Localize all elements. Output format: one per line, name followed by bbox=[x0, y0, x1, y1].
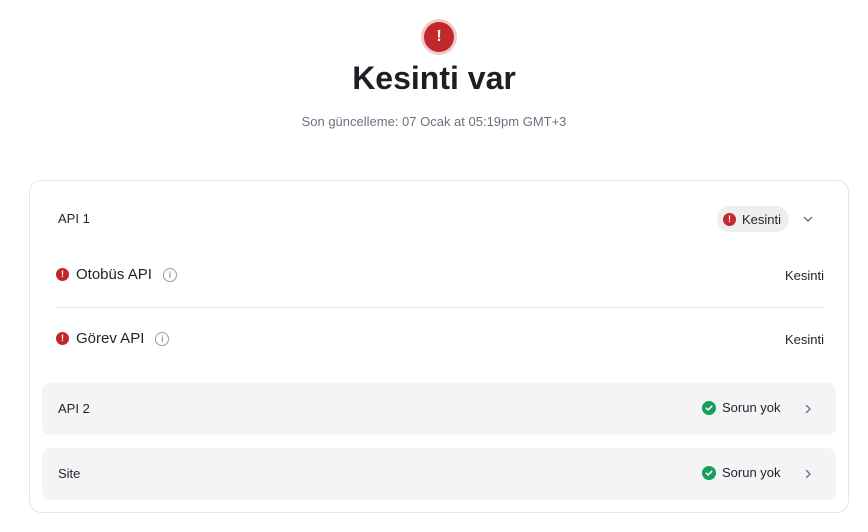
group-name: API 1 bbox=[58, 211, 90, 226]
component-name: Görev API bbox=[76, 330, 145, 347]
status-card: API 1 ! Kesinti ! Otobüs API i Kesinti !… bbox=[29, 180, 849, 513]
component-row-otobus-api: ! Otobüs API i Kesinti bbox=[56, 256, 824, 296]
group-header-api-1[interactable]: API 1 ! Kesinti bbox=[30, 181, 848, 257]
alert-icon: ! bbox=[56, 268, 69, 281]
group-header-api-2[interactable]: API 2 Sorun yok bbox=[42, 383, 836, 435]
chevron-down-icon[interactable] bbox=[800, 211, 816, 227]
group-name: Site bbox=[58, 466, 81, 481]
status-label: Kesinti bbox=[742, 211, 782, 227]
last-updated-text: Son güncelleme: 07 Ocak at 05:19pm GMT+3 bbox=[301, 114, 567, 129]
component-name: Otobüs API bbox=[76, 266, 152, 283]
info-icon[interactable]: i bbox=[162, 267, 177, 282]
component-status: Kesinti bbox=[784, 268, 824, 283]
status-indicator: Sorun yok bbox=[702, 465, 781, 480]
alert-icon: ! bbox=[56, 332, 69, 345]
chevron-right-icon[interactable] bbox=[800, 466, 816, 482]
status-badge: ! Kesinti bbox=[717, 206, 790, 232]
alert-circle-icon: ! bbox=[421, 19, 457, 55]
check-circle-icon bbox=[702, 400, 716, 415]
status-indicator: Sorun yok bbox=[702, 400, 781, 415]
divider bbox=[56, 307, 824, 308]
chevron-right-icon[interactable] bbox=[800, 401, 816, 417]
group-name: API 2 bbox=[58, 401, 90, 416]
alert-icon: ! bbox=[723, 212, 736, 226]
group-header-site[interactable]: Site Sorun yok bbox=[42, 448, 836, 500]
check-circle-icon bbox=[702, 465, 716, 480]
page-title: Kesinti var bbox=[352, 60, 516, 96]
status-label: Sorun yok bbox=[722, 465, 781, 480]
info-icon[interactable]: i bbox=[155, 331, 170, 346]
status-label: Sorun yok bbox=[722, 400, 781, 415]
component-row-gorev-api: ! Görev API i Kesinti bbox=[56, 320, 824, 360]
status-page: ! Kesinti var Son güncelleme: 07 Ocak at… bbox=[0, 0, 868, 532]
component-status: Kesinti bbox=[784, 332, 824, 347]
